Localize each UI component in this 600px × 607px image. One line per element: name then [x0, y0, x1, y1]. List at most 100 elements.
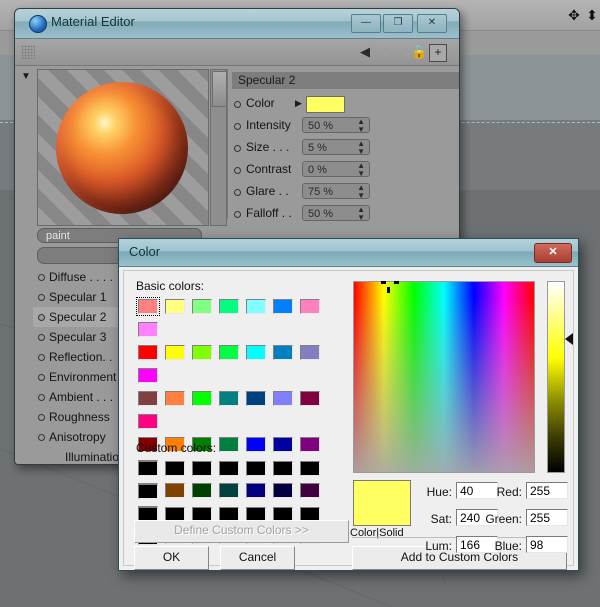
color-swatch-cell[interactable]: [190, 459, 214, 478]
intensity-spinner[interactable]: 50 % ▲ ▼: [302, 117, 370, 134]
color-swatch-cell[interactable]: [217, 343, 241, 362]
color-swatch-fill: [192, 391, 212, 406]
color-swatch-cell[interactable]: [136, 297, 160, 316]
color-swatch-fill: [192, 299, 212, 314]
add-button[interactable]: +: [429, 44, 447, 62]
channel-bullet-icon: [38, 374, 45, 381]
color-swatch-cell[interactable]: [244, 297, 268, 316]
color-caret-icon[interactable]: ▶: [295, 98, 302, 109]
lock-icon[interactable]: 🔒: [411, 44, 427, 59]
color-swatch-fill: [165, 391, 185, 406]
color-swatch-cell[interactable]: [244, 459, 268, 478]
color-swatch-cell[interactable]: [163, 459, 187, 478]
color-swatch-cell[interactable]: [244, 435, 268, 454]
spinner-arrows-icon[interactable]: ▲ ▼: [357, 118, 365, 134]
scale-axis-icon[interactable]: ⬍: [584, 7, 600, 23]
property-row-falloff: Falloff . . 50 % ▲ ▼: [234, 205, 459, 223]
color-swatch-cell[interactable]: [163, 297, 187, 316]
color-swatch-fill: [300, 461, 320, 476]
basic-colors-label: Basic colors:: [136, 279, 205, 293]
color-swatch-cell[interactable]: [298, 459, 322, 478]
color-swatch-cell[interactable]: [271, 435, 295, 454]
color-dialog-close-button[interactable]: ✕: [534, 243, 572, 263]
color-swatch-fill: [138, 322, 158, 337]
color-swatch-cell[interactable]: [190, 343, 214, 362]
color-swatch-fill: [165, 299, 185, 314]
toolbar-grip[interactable]: [21, 45, 35, 59]
color-swatch-fill: [246, 299, 266, 314]
color-solid-preview[interactable]: [353, 480, 411, 526]
forward-arrow-icon[interactable]: ▶: [383, 45, 393, 58]
minimize-button[interactable]: —: [351, 14, 381, 33]
color-swatch-cell[interactable]: [298, 435, 322, 454]
color-swatch-cell[interactable]: [190, 389, 214, 408]
color-spectrum-field[interactable]: [353, 281, 535, 473]
color-swatch-cell[interactable]: [136, 366, 160, 385]
blue-input[interactable]: 98: [526, 536, 568, 553]
color-swatch-fill: [219, 437, 239, 452]
color-swatch-cell[interactable]: [163, 343, 187, 362]
maximize-button[interactable]: ❐: [383, 14, 413, 33]
move-tool-icon[interactable]: ✥: [566, 7, 582, 23]
spinner-arrows-icon[interactable]: ▲ ▼: [357, 140, 365, 156]
color-swatch-cell[interactable]: [271, 459, 295, 478]
back-arrow-icon[interactable]: ◀: [360, 45, 370, 58]
channel-bullet-icon: [38, 274, 45, 281]
color-swatch-cell[interactable]: [244, 343, 268, 362]
channel-bullet-icon: [38, 334, 45, 341]
color-swatch-cell[interactable]: [136, 459, 160, 478]
luminance-slider[interactable]: [547, 281, 565, 473]
color-swatch-cell[interactable]: [190, 297, 214, 316]
blue-label: Blue:: [494, 539, 522, 553]
color-swatch-cell[interactable]: [244, 389, 268, 408]
color-swatch-cell[interactable]: [217, 459, 241, 478]
luminance-slider-thumb-icon[interactable]: [565, 333, 573, 345]
color-swatch-cell[interactable]: [217, 389, 241, 408]
color-swatch-cell[interactable]: [217, 435, 241, 454]
color-swatch-fill: [273, 391, 293, 406]
sat-label: Sat:: [430, 512, 452, 526]
color-swatch-cell[interactable]: [271, 297, 295, 316]
color-swatch-cell[interactable]: [136, 412, 160, 431]
color-dialog[interactable]: Color ✕ Basic colors: Custom colors: Def…: [118, 238, 579, 571]
preview-caret-icon[interactable]: ▼: [21, 71, 31, 82]
color-swatch-cell[interactable]: [298, 343, 322, 362]
color-swatch-cell[interactable]: [298, 389, 322, 408]
spinner-arrows-icon[interactable]: ▲ ▼: [357, 162, 365, 178]
screen: ✥ ⬍ Material Editor — ❐ ✕ ◀ ▶ ▶ 🔒 + ▼ pa…: [0, 0, 600, 607]
color-swatch-cell[interactable]: [217, 297, 241, 316]
color-swatch-cell[interactable]: [136, 389, 160, 408]
property-row-size: Size . . . 5 % ▲ ▼: [234, 139, 459, 157]
color-swatch-cell[interactable]: [136, 482, 160, 501]
color-swatch-cell[interactable]: [163, 389, 187, 408]
color-swatch-cell[interactable]: [298, 297, 322, 316]
size-spinner[interactable]: 5 % ▲ ▼: [302, 139, 370, 156]
glare-spinner[interactable]: 75 % ▲ ▼: [302, 183, 370, 200]
preview-scrollbar-thumb[interactable]: [212, 71, 227, 107]
falloff-spinner[interactable]: 50 % ▲ ▼: [302, 205, 370, 222]
preview-scrollbar[interactable]: [210, 69, 227, 226]
material-editor-titlebar[interactable]: Material Editor — ❐ ✕: [15, 9, 459, 39]
cancel-button[interactable]: Cancel: [220, 546, 295, 570]
material-editor-toolbar[interactable]: ◀ ▶ ▶ 🔒 +: [15, 39, 459, 66]
color-swatch-fill: [138, 484, 158, 499]
color-dialog-titlebar[interactable]: Color ✕: [119, 239, 578, 267]
material-preview[interactable]: [37, 69, 209, 226]
color-swatch-cell[interactable]: [271, 389, 295, 408]
close-button[interactable]: ✕: [417, 14, 447, 33]
green-input[interactable]: 255: [526, 509, 568, 526]
color-swatch-cell[interactable]: [271, 343, 295, 362]
property-bullet-icon: [234, 189, 241, 196]
color-swatch-fill: [192, 461, 212, 476]
spinner-arrows-icon[interactable]: ▲ ▼: [357, 184, 365, 200]
color-swatch-cell[interactable]: [136, 320, 160, 339]
define-custom-colors-button[interactable]: Define Custom Colors >>: [134, 520, 349, 543]
red-input[interactable]: 255: [526, 482, 568, 499]
color-swatch-cell[interactable]: [136, 343, 160, 362]
color-swatch[interactable]: [306, 96, 345, 113]
channel-bullet-icon: [38, 434, 45, 441]
property-bullet-icon: [234, 101, 241, 108]
spinner-arrows-icon[interactable]: ▲ ▼: [357, 206, 365, 222]
ok-button[interactable]: OK: [134, 546, 209, 570]
contrast-spinner[interactable]: 0 % ▲ ▼: [302, 161, 370, 178]
